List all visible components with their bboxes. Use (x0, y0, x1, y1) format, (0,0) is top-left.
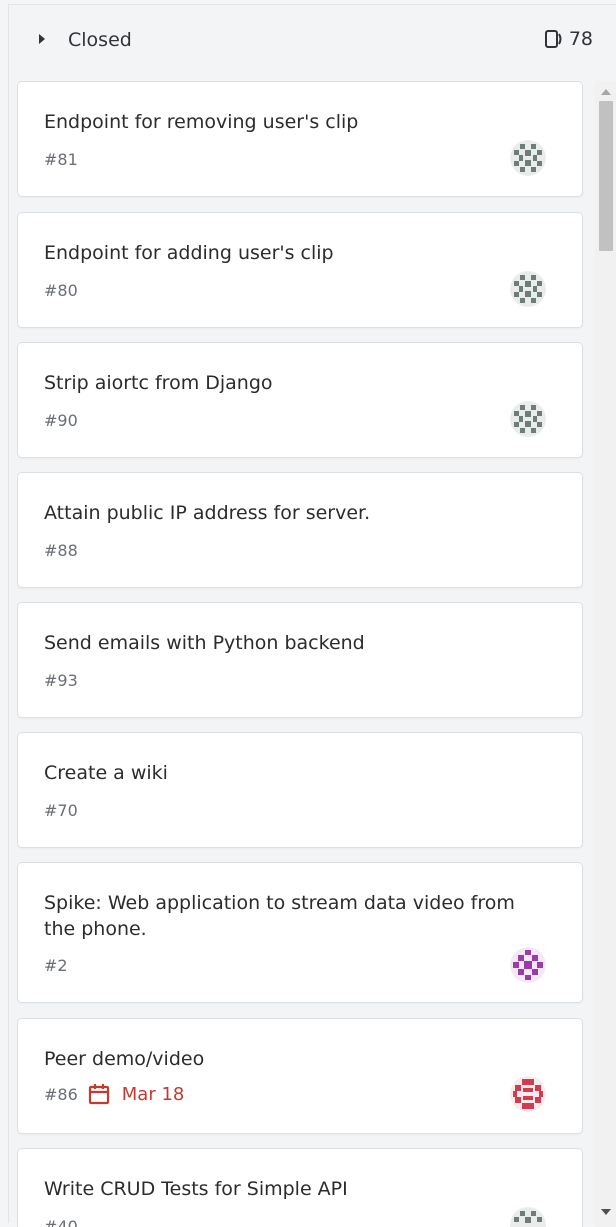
avatar[interactable] (510, 140, 546, 176)
card-title[interactable]: Attain public IP address for server. (44, 500, 552, 526)
issue-card[interactable]: Strip aiortc from Django #90 (17, 342, 583, 458)
card-count: 78 (544, 28, 593, 50)
identicon-icon (510, 1076, 546, 1112)
identicon-icon (510, 947, 546, 983)
issue-number: #40 (44, 1217, 78, 1227)
card-title[interactable]: Send emails with Python backend (44, 630, 552, 656)
count-value: 78 (568, 28, 593, 50)
card-meta: #90 (44, 411, 78, 430)
card-title[interactable]: Write CRUD Tests for Simple API (44, 1176, 552, 1202)
card-meta: #40 (44, 1217, 78, 1227)
identicon-icon (510, 140, 546, 176)
issue-card[interactable]: Spike: Web application to stream data vi… (17, 862, 583, 1003)
card-meta: #88 (44, 541, 78, 560)
card-meta: #2 (44, 956, 68, 975)
card-list: Endpoint for removing user's clip #81 En… (17, 81, 593, 1227)
card-meta: #81 (44, 150, 78, 169)
issue-number: #80 (44, 281, 78, 300)
caret-right-icon[interactable] (39, 34, 45, 44)
scroll-down-arrow-icon[interactable] (601, 1209, 611, 1215)
avatar[interactable] (510, 401, 546, 437)
cards-icon (544, 30, 562, 48)
card-title[interactable]: Peer demo/video (44, 1046, 552, 1072)
identicon-icon (510, 401, 546, 437)
calendar-icon (88, 1084, 109, 1105)
avatar[interactable] (510, 1207, 546, 1227)
issue-card[interactable]: Send emails with Python backend #93 (17, 602, 583, 718)
avatar[interactable] (510, 947, 546, 983)
issue-number: #86 (44, 1084, 78, 1104)
column-header[interactable]: Closed 78 (9, 5, 616, 71)
avatar[interactable] (510, 271, 546, 307)
card-title[interactable]: Create a wiki (44, 760, 552, 786)
identicon-icon (510, 271, 546, 307)
issue-number: #93 (44, 671, 78, 690)
issue-card[interactable]: Create a wiki #70 (17, 732, 583, 848)
card-meta: #93 (44, 671, 78, 690)
card-title[interactable]: Strip aiortc from Django (44, 370, 552, 396)
avatar[interactable] (510, 1076, 546, 1112)
issue-card[interactable]: Endpoint for adding user's clip #80 (17, 212, 583, 328)
issue-card[interactable]: Peer demo/video #86 Mar 18 (17, 1018, 583, 1134)
issue-card[interactable]: Attain public IP address for server. #88 (17, 472, 583, 588)
card-title[interactable]: Spike: Web application to stream data vi… (44, 890, 552, 942)
due-date[interactable]: Mar 18 (88, 1083, 185, 1105)
closed-column: Closed 78 Endpoint for removing user's c… (8, 4, 616, 1227)
issue-number: #70 (44, 801, 78, 820)
scrollbar-thumb[interactable] (599, 101, 613, 251)
card-meta: #86 Mar 18 (44, 1083, 184, 1105)
issue-card[interactable]: Endpoint for removing user's clip #81 (17, 81, 583, 197)
scrollbar[interactable] (595, 81, 616, 1227)
due-date-label: Mar 18 (121, 1083, 185, 1105)
card-title[interactable]: Endpoint for removing user's clip (44, 109, 552, 135)
issue-number: #81 (44, 150, 78, 169)
card-meta: #80 (44, 281, 78, 300)
column-title: Closed (68, 29, 132, 51)
card-meta: #70 (44, 801, 78, 820)
identicon-icon (510, 1207, 546, 1227)
issue-number: #88 (44, 541, 78, 560)
issue-number: #90 (44, 411, 78, 430)
issue-card[interactable]: Write CRUD Tests for Simple API #40 (17, 1148, 583, 1227)
scroll-up-arrow-icon[interactable] (601, 89, 611, 95)
card-title[interactable]: Endpoint for adding user's clip (44, 240, 552, 266)
issue-number: #2 (44, 956, 68, 975)
